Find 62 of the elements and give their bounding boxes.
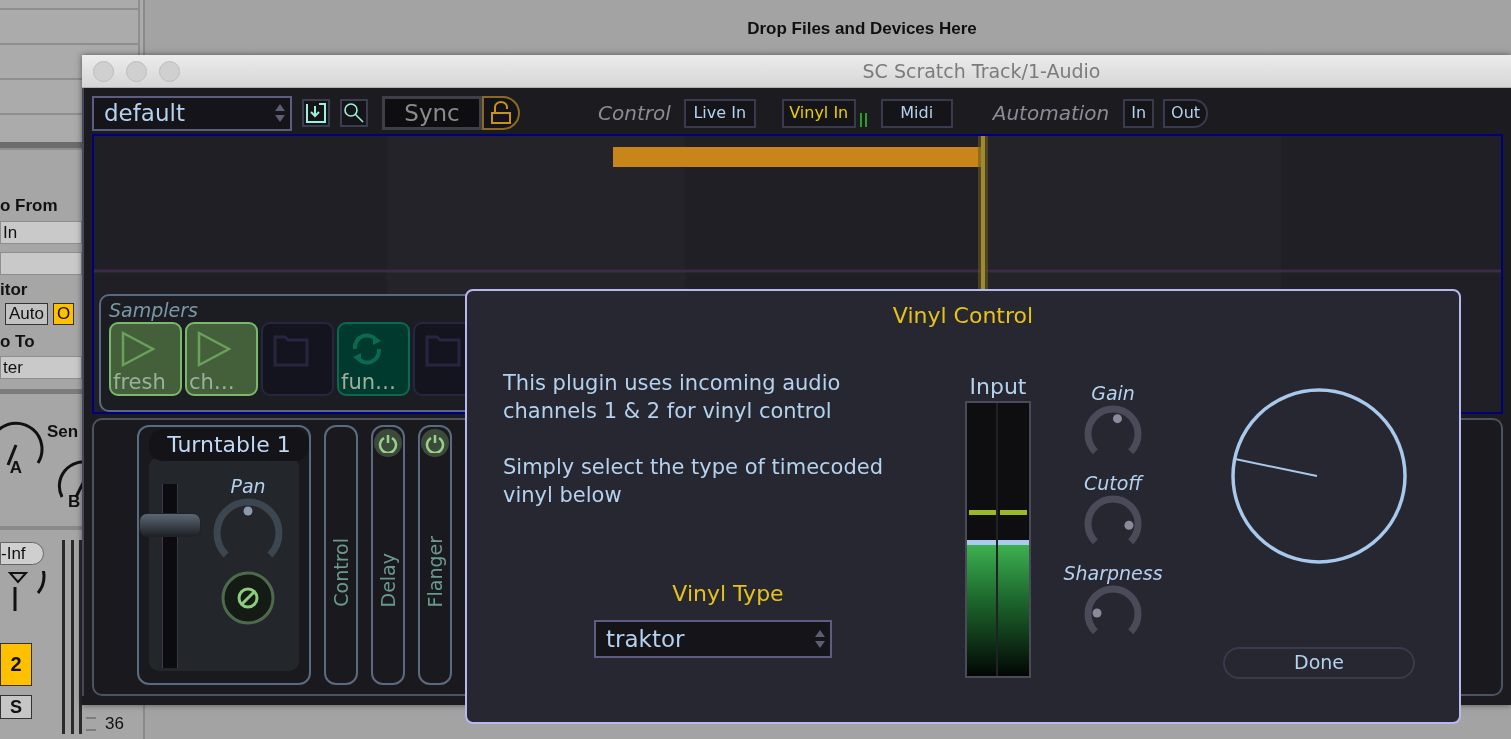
updown-arrows-icon (814, 628, 826, 650)
slot-label: ch… (188, 370, 235, 394)
input-field[interactable] (0, 252, 82, 275)
window-title: SC Scratch Track/1-Audio (862, 59, 1101, 82)
sampler-slot[interactable]: fun… (337, 322, 410, 396)
slot-label: fun… (340, 370, 396, 394)
control-source-button[interactable]: Midi (880, 98, 953, 128)
dialog-title: Vinyl Control (891, 302, 1035, 329)
section-heading: o From (0, 195, 59, 217)
knob-label: Cutoff (1083, 471, 1143, 495)
power-button[interactable] (374, 429, 402, 457)
fader-thumb[interactable] (139, 512, 201, 537)
effect-label[interactable]: Delay (373, 552, 403, 607)
vinyl-type-dropdown[interactable]: traktor (594, 620, 832, 658)
instruction-text: Simply select the type of timecoded vinyl below (503, 454, 885, 509)
power-button[interactable] (421, 429, 449, 457)
search-icon (343, 102, 365, 124)
sends-label: Sen (47, 421, 79, 443)
volume-field[interactable]: -Inf (0, 542, 44, 565)
control-source-button[interactable]: Vinyl In (781, 98, 856, 128)
lock-button[interactable] (482, 96, 520, 130)
scale-label: 36 (105, 714, 124, 734)
power-icon (378, 433, 398, 453)
section-heading: o To (0, 331, 36, 353)
slot-label: fresh (112, 370, 166, 394)
samplers-title: Samplers (109, 298, 199, 322)
automation-button[interactable]: In (1123, 98, 1155, 128)
solo-button[interactable]: S (0, 695, 32, 719)
done-button[interactable]: Done (1223, 647, 1415, 679)
monitor-option[interactable]: O (53, 303, 75, 325)
padlock-icon (490, 101, 512, 125)
automation-label: Automation (992, 100, 1110, 127)
instruction-text: This plugin uses incoming audio channels 1 & 2 for vinyl control (503, 370, 842, 425)
monitor-option[interactable]: Auto (5, 303, 48, 325)
pan-label: Pan (230, 474, 266, 498)
control-source-button[interactable]: Live In (683, 98, 756, 128)
track-number[interactable]: 2 (0, 643, 32, 686)
vinyl-type-label: Vinyl Type (671, 580, 785, 608)
knob-label: Sharpness (1063, 561, 1163, 585)
automation-button[interactable]: Out (1163, 98, 1209, 128)
deck-title: Turntable 1 (149, 429, 309, 461)
preset-dropdown[interactable]: default (92, 95, 292, 131)
knob-label: Gain (1091, 381, 1135, 405)
drop-zone-label: Drop Files and Devices Here (747, 19, 977, 38)
output-field[interactable]: ter (0, 356, 82, 379)
input-field[interactable]: In (0, 221, 82, 244)
input-label: Input (968, 373, 1028, 401)
updown-arrows-icon (274, 102, 286, 124)
phase-button[interactable] (220, 570, 276, 626)
section-heading: itor (0, 279, 29, 301)
save-button[interactable] (302, 99, 330, 127)
scale-ticks (86, 715, 96, 733)
control-label: Control (598, 100, 671, 127)
sync-button[interactable]: Sync (382, 96, 482, 130)
knob-label: B (68, 491, 81, 513)
peak-marker (969, 509, 1027, 515)
download-icon (306, 103, 326, 123)
power-icon (425, 433, 445, 453)
search-button[interactable] (340, 99, 368, 127)
knob-label: A (9, 457, 23, 479)
platter-dial[interactable] (1230, 387, 1408, 565)
signal-meter (859, 111, 868, 127)
